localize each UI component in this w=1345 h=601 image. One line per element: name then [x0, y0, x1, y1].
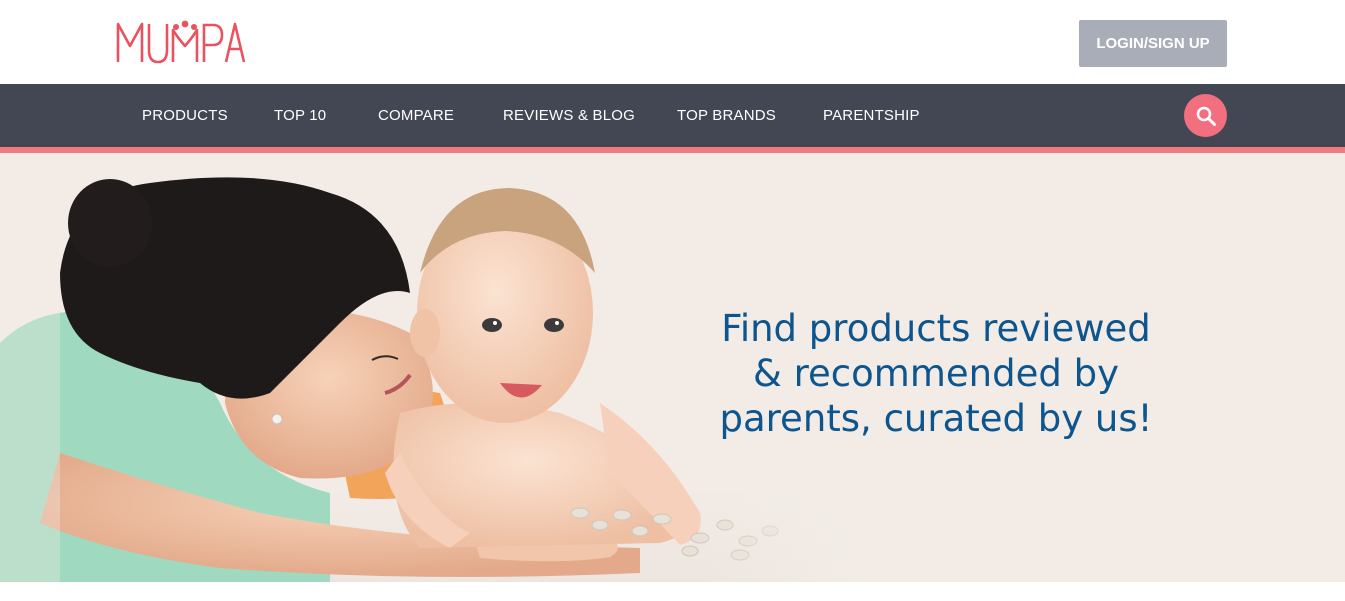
search-button[interactable] — [1184, 94, 1227, 137]
search-icon — [1196, 106, 1216, 126]
site-header: MUMPA LOGIN/SIGN UP — [0, 0, 1345, 84]
hero-banner: Find products reviewed & recommended by … — [0, 153, 1345, 582]
nav-item-parentship[interactable]: PARENTSHIP — [823, 84, 920, 147]
main-navbar: PRODUCTS TOP 10 COMPARE REVIEWS & BLOG T… — [0, 84, 1345, 147]
hero-headline-line-3: parents, curated by us! — [719, 397, 1153, 440]
nav-item-top-10[interactable]: TOP 10 — [274, 84, 326, 147]
nav-item-reviews-blog[interactable]: REVIEWS & BLOG — [503, 84, 635, 147]
nav-item-compare[interactable]: COMPARE — [378, 84, 454, 147]
hero-headline: Find products reviewed & recommended by … — [686, 306, 1186, 441]
nav-item-products[interactable]: PRODUCTS — [142, 84, 228, 147]
login-signup-button[interactable]: LOGIN/SIGN UP — [1079, 20, 1227, 67]
hero-headline-line-1: Find products reviewed — [721, 307, 1151, 350]
hero-headline-line-2: & recommended by — [753, 352, 1119, 395]
mumpa-logo-mark — [116, 20, 246, 64]
nav-item-top-brands[interactable]: TOP BRANDS — [677, 84, 776, 147]
brand-logo[interactable]: MUMPA — [116, 16, 246, 68]
